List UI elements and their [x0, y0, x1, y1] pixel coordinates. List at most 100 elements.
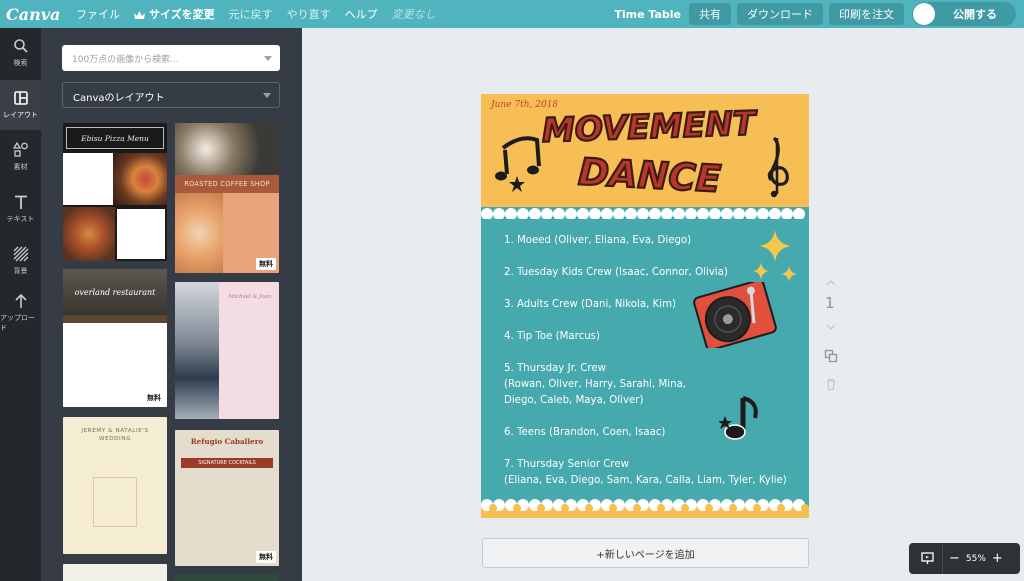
poster-page[interactable]: June 7th, 2018 MOVEMENT DANCE 1. Moeed (…	[481, 94, 809, 518]
header-band	[63, 315, 167, 323]
nav-layout[interactable]: レイアウト	[0, 80, 41, 130]
top-bar: Canva ファイル サイズを変更 元に戻す やり直す ヘルプ 変更なし Tim…	[0, 0, 1024, 28]
chevron-down-icon	[263, 93, 271, 98]
layouts-panel: 100万点の画像から検索... Canvaのレイアウト Ebisu Pizza …	[41, 28, 302, 581]
template-title: Ebisu Pizza Menu	[66, 127, 164, 149]
duplicate-page-icon[interactable]	[824, 349, 838, 363]
music-note-icon	[495, 136, 541, 192]
publish-label: 公開する	[953, 8, 997, 21]
download-button[interactable]: ダウンロード	[737, 3, 823, 25]
upload-icon	[14, 293, 27, 308]
nav-text-label: テキスト	[6, 215, 35, 223]
list-item: 3. Adults Crew (Dani, Nikola, Kim)	[504, 299, 676, 310]
pastry-photo	[175, 193, 223, 273]
free-badge: 無料	[144, 392, 164, 404]
move-page-down-icon[interactable]	[824, 320, 838, 334]
move-page-up-icon[interactable]	[824, 276, 838, 290]
divider	[942, 543, 943, 574]
image-search-input[interactable]: 100万点の画像から検索...	[62, 45, 280, 71]
nav-text[interactable]: テキスト	[0, 184, 41, 234]
save-status: 変更なし	[391, 8, 436, 21]
share-button[interactable]: 共有	[689, 3, 731, 25]
list-item: 5. Thursday Jr. Crew	[504, 363, 606, 374]
template-thumbnail[interactable]: overland restaurant 無料	[63, 269, 167, 407]
resize-label: サイズを変更	[149, 8, 215, 21]
treble-clef-icon	[767, 136, 789, 198]
add-page-button[interactable]: +新しいページを追加	[482, 538, 809, 568]
document-title[interactable]: Time Table	[614, 8, 681, 21]
redo-button[interactable]: やり直す	[287, 6, 331, 22]
template-title: JEREMY & NATALIE'S WEDDING	[81, 428, 149, 442]
zoom-level: 55%	[965, 553, 986, 564]
delete-page-icon[interactable]	[824, 377, 838, 391]
template-subtitle: SIGNATURE COCKTAILS	[181, 458, 273, 468]
template-thumbnail[interactable]	[175, 574, 279, 581]
list-item: (Rowan, Oliver, Harry, Sarahi, Mina,	[504, 379, 687, 390]
pizza-photo	[113, 153, 167, 205]
publish-toggle[interactable]: 公開する	[912, 2, 1016, 26]
list-item: 4. Tip Toe (Marcus)	[504, 331, 600, 342]
poster-title-art[interactable]: MOVEMENT DANCE	[481, 94, 809, 209]
present-icon[interactable]	[921, 552, 934, 565]
list-item: (Eliana, Eva, Diego, Sam, Kara, Calla, L…	[504, 475, 787, 486]
nav-background-label: 背景	[13, 267, 28, 275]
file-menu[interactable]: ファイル	[76, 6, 120, 22]
template-thumbnail[interactable]: Refugio Caballero SIGNATURE COCKTAILS 無料	[175, 430, 279, 566]
nav-elements[interactable]: 素材	[0, 132, 41, 182]
left-nav: 検索 レイアウト 素材 テキスト 背景 アップロード	[0, 28, 41, 581]
search-placeholder: 100万点の画像から検索...	[72, 55, 179, 65]
template-title: Refugio Caballero	[190, 437, 264, 446]
list-item: 6. Teens (Brandon, Coen, Isaac)	[504, 427, 666, 438]
chevron-down-icon	[264, 56, 272, 61]
layout-type-select[interactable]: Canvaのレイアウト	[62, 82, 280, 108]
crown-icon	[134, 11, 145, 19]
template-title: Michael & Joan	[228, 294, 272, 300]
text-icon	[14, 195, 27, 209]
zoom-control: − 55% +	[909, 543, 1020, 574]
menu-card	[117, 209, 165, 259]
canvas-area: June 7th, 2018 MOVEMENT DANCE 1. Moeed (…	[302, 28, 1024, 581]
background-icon	[13, 246, 28, 262]
search-icon	[13, 39, 28, 53]
wedding-photo	[175, 282, 219, 419]
elements-icon	[12, 142, 28, 157]
nav-background[interactable]: 背景	[0, 236, 41, 286]
template-thumbnail[interactable]: ROASTED COFFEE SHOP 無料	[175, 123, 279, 273]
list-item: 7. Thursday Senior Crew	[504, 459, 629, 470]
nav-upload[interactable]: アップロード	[0, 288, 41, 338]
poster-title-line2: DANCE	[577, 150, 722, 200]
template-thumbnail[interactable]: Michael & Joan	[175, 282, 279, 419]
list-item: 1. Moeed (Oliver, Eliana, Eva, Diego)	[504, 235, 692, 246]
list-item: 2. Tuesday Kids Crew (Isaac, Connor, Oli…	[504, 267, 728, 278]
scallop-border-bottom	[481, 499, 809, 518]
scallop-border	[481, 207, 809, 219]
nav-search[interactable]: 検索	[0, 28, 41, 78]
page-number: 1	[825, 294, 835, 312]
resize-menu[interactable]: サイズを変更	[134, 6, 215, 22]
zoom-in-button[interactable]: +	[992, 551, 1003, 566]
nav-upload-label: アップロード	[0, 314, 35, 332]
template-title: ROASTED COFFEE SHOP	[175, 175, 279, 193]
nav-layout-label: レイアウト	[3, 111, 38, 119]
canva-logo[interactable]: Canva	[6, 5, 62, 24]
template-title: overland restaurant	[63, 269, 167, 315]
help-menu[interactable]: ヘルプ	[345, 6, 378, 22]
menu-frame	[93, 477, 137, 527]
menu-card	[63, 153, 113, 205]
class-schedule-list[interactable]: 1. Moeed (Oliver, Eliana, Eva, Diego) 2.…	[504, 233, 804, 489]
zoom-out-button[interactable]: −	[949, 551, 960, 566]
free-badge: 無料	[256, 551, 276, 563]
template-thumbnail[interactable]	[63, 564, 167, 581]
poster-title-line1: MOVEMENT	[541, 103, 758, 150]
list-item: Diego, Caleb, Maya, Oliver)	[504, 395, 644, 406]
free-badge: 無料	[256, 258, 276, 270]
toggle-knob	[913, 3, 935, 25]
template-thumbnail[interactable]: JEREMY & NATALIE'S WEDDING	[63, 417, 167, 554]
layout-select-value: Canvaのレイアウト	[73, 93, 165, 104]
layout-icon	[13, 91, 28, 105]
pizza-photo	[63, 207, 115, 261]
print-order-button[interactable]: 印刷を注文	[829, 3, 904, 25]
nav-search-label: 検索	[13, 59, 28, 67]
undo-button[interactable]: 元に戻す	[229, 6, 273, 22]
template-thumbnail[interactable]: Ebisu Pizza Menu	[63, 123, 167, 261]
